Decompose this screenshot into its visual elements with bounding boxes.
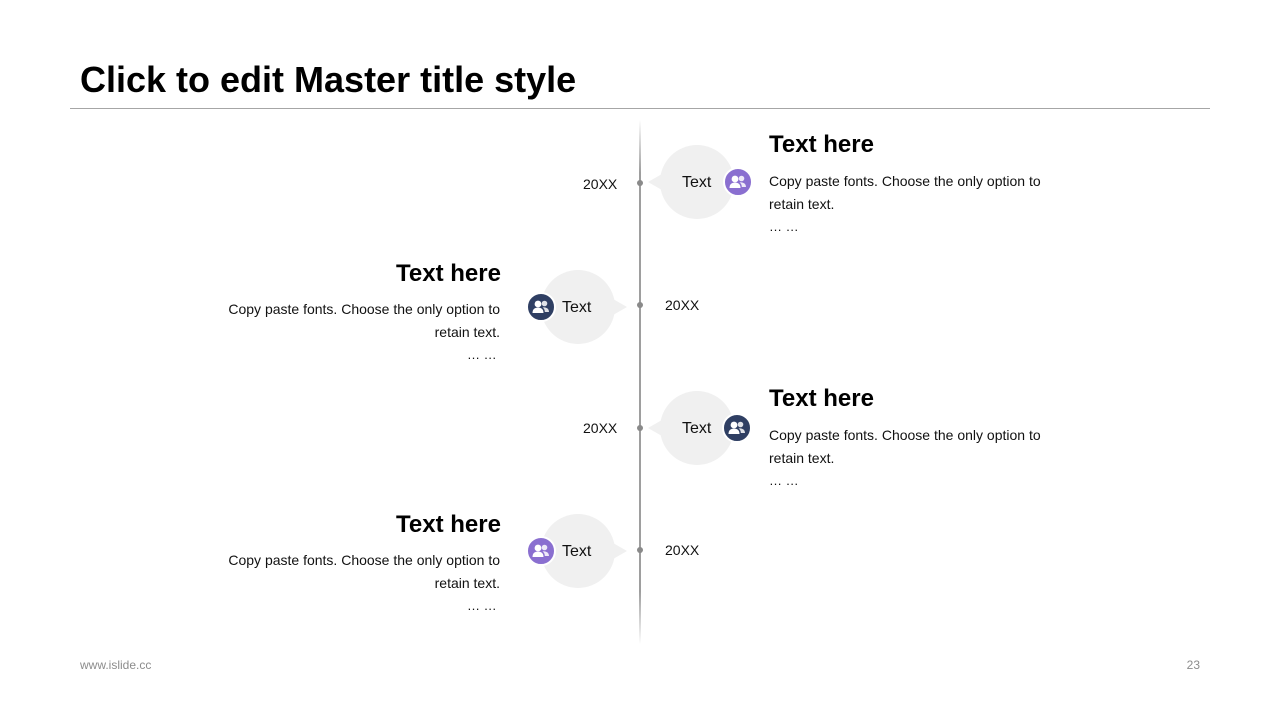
timeline-year[interactable]: 20XX xyxy=(665,542,699,558)
card-body[interactable]: Copy paste fonts. Choose the only option… xyxy=(200,298,500,343)
card-ellipsis[interactable]: … … xyxy=(769,219,799,234)
card-ellipsis[interactable]: … … xyxy=(769,473,799,488)
users-icon xyxy=(723,167,753,197)
card-heading[interactable]: Text here xyxy=(769,131,874,159)
users-icon xyxy=(526,536,556,566)
slide: Click to edit Master title style 20XX Te… xyxy=(0,0,1280,720)
card-heading[interactable]: Text here xyxy=(396,260,501,288)
card-ellipsis[interactable]: … … xyxy=(467,598,497,613)
card-body[interactable]: Copy paste fonts. Choose the only option… xyxy=(200,549,500,594)
card-heading[interactable]: Text here xyxy=(769,385,874,413)
bubble-label[interactable]: Text xyxy=(562,543,591,561)
users-icon xyxy=(526,292,556,322)
card-heading[interactable]: Text here xyxy=(396,511,501,539)
timeline-dot xyxy=(637,302,643,308)
timeline-axis xyxy=(639,120,641,644)
timeline-dot xyxy=(637,547,643,553)
timeline-year[interactable]: 20XX xyxy=(665,297,699,313)
timeline-dot xyxy=(637,180,643,186)
timeline-dot xyxy=(637,425,643,431)
bubble-label[interactable]: Text xyxy=(682,420,711,438)
bubble-label[interactable]: Text xyxy=(562,299,591,317)
card-body[interactable]: Copy paste fonts. Choose the only option… xyxy=(769,424,1069,469)
slide-title[interactable]: Click to edit Master title style xyxy=(80,59,576,101)
timeline-year[interactable]: 20XX xyxy=(583,420,617,436)
users-icon xyxy=(722,413,752,443)
card-ellipsis[interactable]: … … xyxy=(467,347,497,362)
bubble-label[interactable]: Text xyxy=(682,174,711,192)
timeline-year[interactable]: 20XX xyxy=(583,176,617,192)
title-divider xyxy=(70,108,1210,109)
card-body[interactable]: Copy paste fonts. Choose the only option… xyxy=(769,170,1069,215)
page-number: 23 xyxy=(1186,658,1200,672)
footer-url[interactable]: www.islide.cc xyxy=(80,658,151,672)
